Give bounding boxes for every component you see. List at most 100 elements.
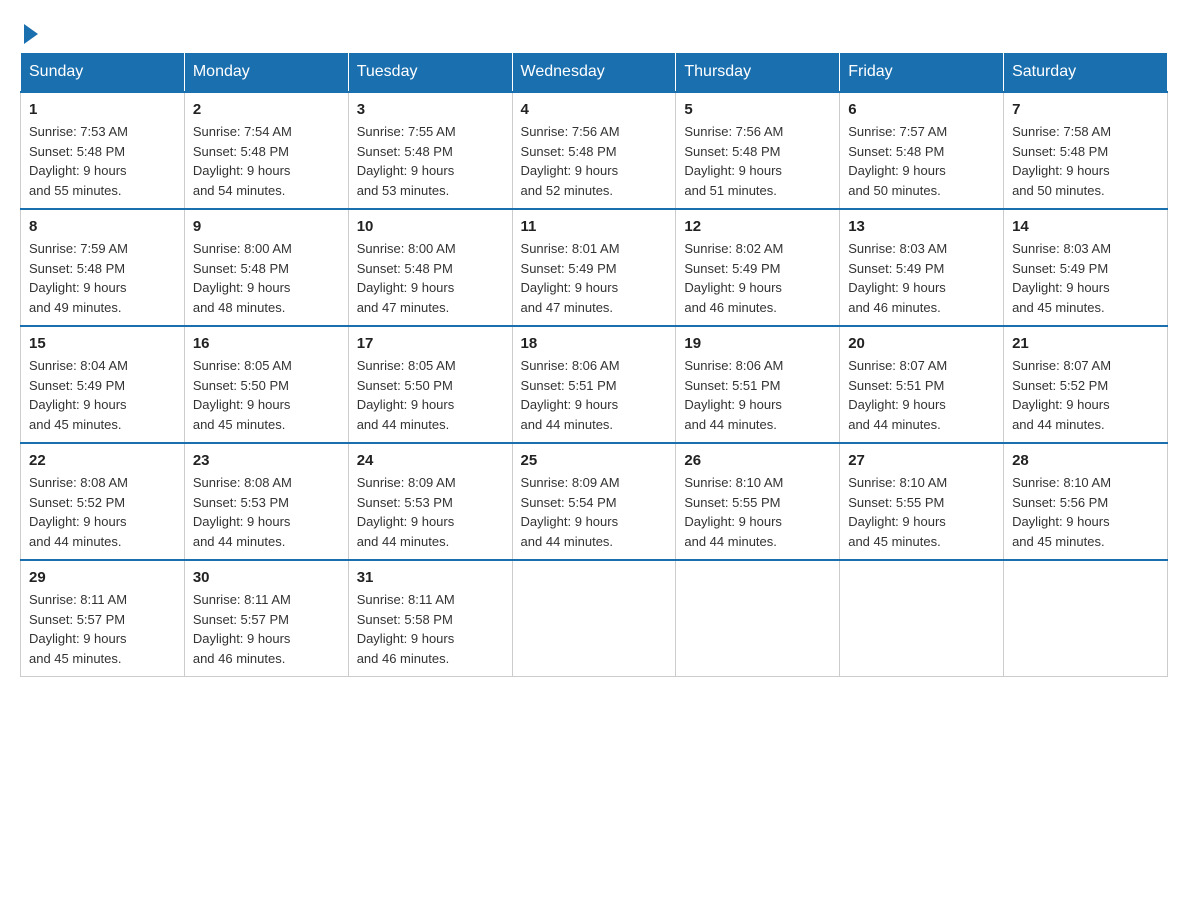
page-header: [20, 20, 1168, 42]
calendar-day-cell: 22 Sunrise: 8:08 AM Sunset: 5:52 PM Dayl…: [21, 443, 185, 560]
calendar-day-cell: 7 Sunrise: 7:58 AM Sunset: 5:48 PM Dayli…: [1004, 92, 1168, 209]
day-number: 6: [848, 101, 995, 118]
day-info: Sunrise: 7:56 AM Sunset: 5:48 PM Dayligh…: [521, 122, 668, 200]
calendar-day-cell: [1004, 560, 1168, 677]
calendar-day-cell: 26 Sunrise: 8:10 AM Sunset: 5:55 PM Dayl…: [676, 443, 840, 560]
day-info: Sunrise: 7:57 AM Sunset: 5:48 PM Dayligh…: [848, 122, 995, 200]
day-number: 20: [848, 335, 995, 352]
day-info: Sunrise: 8:05 AM Sunset: 5:50 PM Dayligh…: [357, 356, 504, 434]
day-info: Sunrise: 7:55 AM Sunset: 5:48 PM Dayligh…: [357, 122, 504, 200]
calendar-day-cell: 4 Sunrise: 7:56 AM Sunset: 5:48 PM Dayli…: [512, 92, 676, 209]
calendar-day-cell: [676, 560, 840, 677]
calendar-day-cell: 31 Sunrise: 8:11 AM Sunset: 5:58 PM Dayl…: [348, 560, 512, 677]
calendar-day-cell: 19 Sunrise: 8:06 AM Sunset: 5:51 PM Dayl…: [676, 326, 840, 443]
calendar-day-cell: 10 Sunrise: 8:00 AM Sunset: 5:48 PM Dayl…: [348, 209, 512, 326]
day-number: 7: [1012, 101, 1159, 118]
calendar-day-cell: 15 Sunrise: 8:04 AM Sunset: 5:49 PM Dayl…: [21, 326, 185, 443]
calendar-day-cell: 11 Sunrise: 8:01 AM Sunset: 5:49 PM Dayl…: [512, 209, 676, 326]
calendar-day-cell: 28 Sunrise: 8:10 AM Sunset: 5:56 PM Dayl…: [1004, 443, 1168, 560]
logo: [20, 20, 38, 42]
day-info: Sunrise: 8:10 AM Sunset: 5:55 PM Dayligh…: [684, 473, 831, 551]
day-info: Sunrise: 8:01 AM Sunset: 5:49 PM Dayligh…: [521, 239, 668, 317]
day-info: Sunrise: 8:05 AM Sunset: 5:50 PM Dayligh…: [193, 356, 340, 434]
day-number: 29: [29, 569, 176, 586]
day-info: Sunrise: 8:11 AM Sunset: 5:58 PM Dayligh…: [357, 590, 504, 668]
calendar-day-cell: 9 Sunrise: 8:00 AM Sunset: 5:48 PM Dayli…: [184, 209, 348, 326]
calendar-week-row: 15 Sunrise: 8:04 AM Sunset: 5:49 PM Dayl…: [21, 326, 1168, 443]
day-info: Sunrise: 8:07 AM Sunset: 5:51 PM Dayligh…: [848, 356, 995, 434]
calendar-day-cell: 18 Sunrise: 8:06 AM Sunset: 5:51 PM Dayl…: [512, 326, 676, 443]
day-header-sunday: Sunday: [21, 53, 185, 93]
day-number: 3: [357, 101, 504, 118]
day-number: 23: [193, 452, 340, 469]
day-number: 2: [193, 101, 340, 118]
day-info: Sunrise: 7:59 AM Sunset: 5:48 PM Dayligh…: [29, 239, 176, 317]
day-number: 30: [193, 569, 340, 586]
calendar-day-cell: 14 Sunrise: 8:03 AM Sunset: 5:49 PM Dayl…: [1004, 209, 1168, 326]
calendar-week-row: 22 Sunrise: 8:08 AM Sunset: 5:52 PM Dayl…: [21, 443, 1168, 560]
day-header-friday: Friday: [840, 53, 1004, 93]
day-number: 8: [29, 218, 176, 235]
day-number: 18: [521, 335, 668, 352]
calendar-week-row: 8 Sunrise: 7:59 AM Sunset: 5:48 PM Dayli…: [21, 209, 1168, 326]
day-info: Sunrise: 8:08 AM Sunset: 5:52 PM Dayligh…: [29, 473, 176, 551]
calendar-table: SundayMondayTuesdayWednesdayThursdayFrid…: [20, 52, 1168, 677]
day-number: 12: [684, 218, 831, 235]
day-header-saturday: Saturday: [1004, 53, 1168, 93]
day-info: Sunrise: 8:08 AM Sunset: 5:53 PM Dayligh…: [193, 473, 340, 551]
day-info: Sunrise: 7:54 AM Sunset: 5:48 PM Dayligh…: [193, 122, 340, 200]
calendar-day-cell: 16 Sunrise: 8:05 AM Sunset: 5:50 PM Dayl…: [184, 326, 348, 443]
calendar-day-cell: 13 Sunrise: 8:03 AM Sunset: 5:49 PM Dayl…: [840, 209, 1004, 326]
day-number: 17: [357, 335, 504, 352]
day-info: Sunrise: 8:00 AM Sunset: 5:48 PM Dayligh…: [193, 239, 340, 317]
calendar-day-cell: 29 Sunrise: 8:11 AM Sunset: 5:57 PM Dayl…: [21, 560, 185, 677]
day-number: 11: [521, 218, 668, 235]
day-header-wednesday: Wednesday: [512, 53, 676, 93]
day-number: 21: [1012, 335, 1159, 352]
day-info: Sunrise: 8:06 AM Sunset: 5:51 PM Dayligh…: [521, 356, 668, 434]
day-number: 4: [521, 101, 668, 118]
calendar-day-cell: 6 Sunrise: 7:57 AM Sunset: 5:48 PM Dayli…: [840, 92, 1004, 209]
logo-arrow-icon: [24, 24, 38, 44]
day-number: 1: [29, 101, 176, 118]
day-info: Sunrise: 8:00 AM Sunset: 5:48 PM Dayligh…: [357, 239, 504, 317]
day-info: Sunrise: 8:11 AM Sunset: 5:57 PM Dayligh…: [29, 590, 176, 668]
calendar-day-cell: 1 Sunrise: 7:53 AM Sunset: 5:48 PM Dayli…: [21, 92, 185, 209]
calendar-day-cell: 30 Sunrise: 8:11 AM Sunset: 5:57 PM Dayl…: [184, 560, 348, 677]
calendar-day-cell: [512, 560, 676, 677]
day-info: Sunrise: 8:03 AM Sunset: 5:49 PM Dayligh…: [1012, 239, 1159, 317]
day-header-tuesday: Tuesday: [348, 53, 512, 93]
day-number: 14: [1012, 218, 1159, 235]
day-info: Sunrise: 8:06 AM Sunset: 5:51 PM Dayligh…: [684, 356, 831, 434]
day-number: 13: [848, 218, 995, 235]
day-info: Sunrise: 8:04 AM Sunset: 5:49 PM Dayligh…: [29, 356, 176, 434]
day-number: 22: [29, 452, 176, 469]
day-number: 16: [193, 335, 340, 352]
day-info: Sunrise: 8:03 AM Sunset: 5:49 PM Dayligh…: [848, 239, 995, 317]
day-info: Sunrise: 7:58 AM Sunset: 5:48 PM Dayligh…: [1012, 122, 1159, 200]
day-info: Sunrise: 8:10 AM Sunset: 5:55 PM Dayligh…: [848, 473, 995, 551]
day-number: 19: [684, 335, 831, 352]
calendar-day-cell: 27 Sunrise: 8:10 AM Sunset: 5:55 PM Dayl…: [840, 443, 1004, 560]
day-number: 15: [29, 335, 176, 352]
day-number: 26: [684, 452, 831, 469]
day-header-monday: Monday: [184, 53, 348, 93]
calendar-day-cell: 25 Sunrise: 8:09 AM Sunset: 5:54 PM Dayl…: [512, 443, 676, 560]
day-info: Sunrise: 8:09 AM Sunset: 5:53 PM Dayligh…: [357, 473, 504, 551]
day-number: 25: [521, 452, 668, 469]
calendar-day-cell: 5 Sunrise: 7:56 AM Sunset: 5:48 PM Dayli…: [676, 92, 840, 209]
calendar-day-cell: 12 Sunrise: 8:02 AM Sunset: 5:49 PM Dayl…: [676, 209, 840, 326]
calendar-day-cell: 23 Sunrise: 8:08 AM Sunset: 5:53 PM Dayl…: [184, 443, 348, 560]
day-header-thursday: Thursday: [676, 53, 840, 93]
day-info: Sunrise: 8:10 AM Sunset: 5:56 PM Dayligh…: [1012, 473, 1159, 551]
day-info: Sunrise: 8:09 AM Sunset: 5:54 PM Dayligh…: [521, 473, 668, 551]
day-number: 27: [848, 452, 995, 469]
day-number: 9: [193, 218, 340, 235]
day-number: 31: [357, 569, 504, 586]
day-info: Sunrise: 8:11 AM Sunset: 5:57 PM Dayligh…: [193, 590, 340, 668]
day-info: Sunrise: 7:53 AM Sunset: 5:48 PM Dayligh…: [29, 122, 176, 200]
day-info: Sunrise: 7:56 AM Sunset: 5:48 PM Dayligh…: [684, 122, 831, 200]
calendar-day-cell: [840, 560, 1004, 677]
calendar-day-cell: 2 Sunrise: 7:54 AM Sunset: 5:48 PM Dayli…: [184, 92, 348, 209]
calendar-header-row: SundayMondayTuesdayWednesdayThursdayFrid…: [21, 53, 1168, 93]
